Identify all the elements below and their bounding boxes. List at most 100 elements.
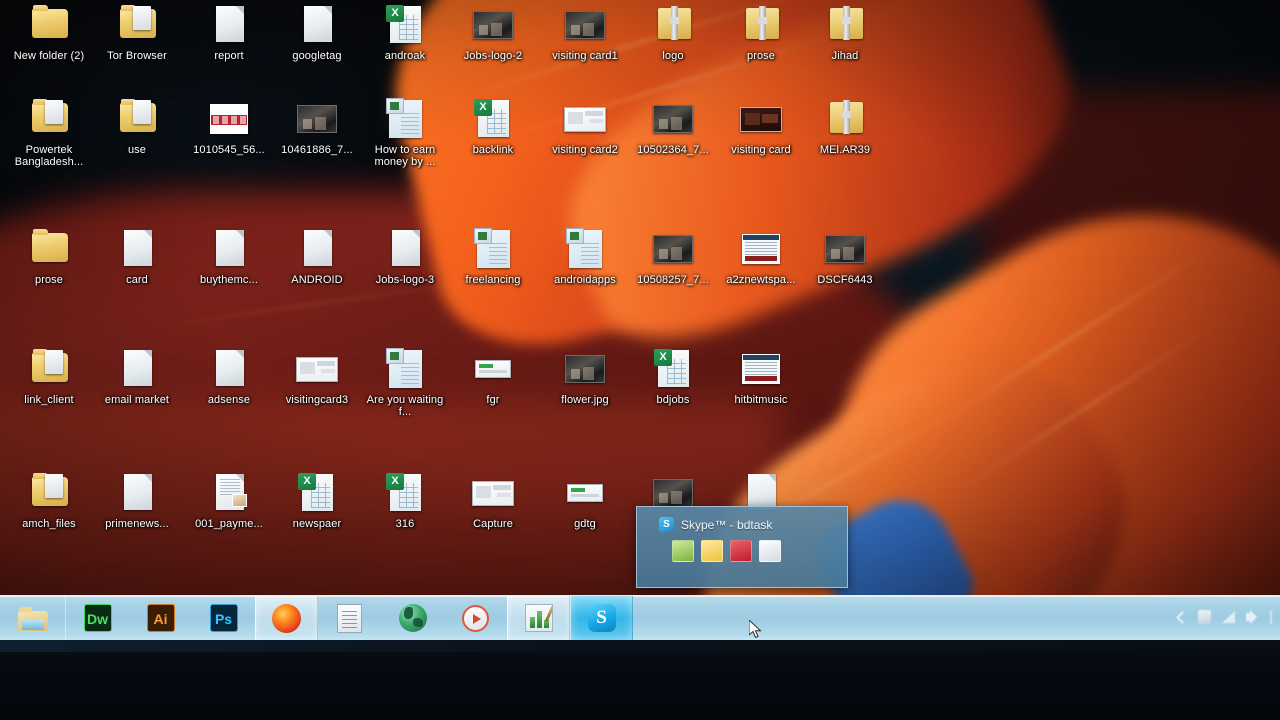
desktop-icon[interactable]: logo — [628, 4, 718, 62]
taskbar-item-media-player[interactable] — [444, 596, 507, 640]
desktop-icon-label: googletag — [292, 50, 342, 62]
desktop-icon[interactable]: Xandroak — [360, 4, 450, 62]
desktop-icon[interactable]: New folder (2) — [4, 4, 94, 62]
desktop-icon[interactable]: Xnewspaer — [272, 472, 362, 530]
desktop-icon[interactable]: flower.jpg — [540, 348, 630, 406]
desktop-icon[interactable]: MEl.AR39 — [800, 98, 890, 156]
desktop-icon-glyph: X — [293, 472, 341, 516]
show-desktop-button[interactable] — [1270, 610, 1272, 624]
desktop-icon-label: 10508257_7... — [637, 274, 709, 286]
desktop-icon[interactable]: 1010545_56... — [184, 98, 274, 156]
taskbar-item-chart-app[interactable] — [507, 596, 570, 640]
taskbar-item-skype[interactable]: S — [570, 596, 633, 640]
desktop-icon[interactable]: report — [184, 4, 274, 62]
desktop-icon[interactable]: primenews... — [92, 472, 182, 530]
taskbar-item-photoshop[interactable]: Ps — [192, 596, 255, 640]
desktop-icon-glyph — [25, 472, 73, 516]
skype-end-call-button[interactable] — [730, 540, 752, 562]
desktop-icon[interactable]: amch_files — [4, 472, 94, 530]
skype-jumplist-popup[interactable]: S Skype™ - bdtask — [636, 506, 848, 588]
desktop-icon[interactable]: prose — [4, 228, 94, 286]
desktop-icon[interactable]: buythemc... — [184, 228, 274, 286]
flag-icon[interactable] — [1198, 610, 1211, 624]
speaker-icon[interactable] — [1246, 610, 1259, 624]
skype-open-window-button[interactable] — [759, 540, 781, 562]
desktop-icon[interactable]: Xbdjobs — [628, 348, 718, 406]
desktop-icon[interactable]: visiting card2 — [540, 98, 630, 156]
desktop-icon[interactable]: Jobs-logo-3 — [360, 228, 450, 286]
folder-icon — [32, 229, 68, 262]
desktop-icon[interactable]: Tor Browser — [92, 4, 182, 62]
desktop-icon-glyph — [381, 348, 429, 392]
desktop-icon[interactable]: Capture — [448, 472, 538, 530]
skype-message-button[interactable] — [701, 540, 723, 562]
desktop-icon[interactable]: use — [92, 98, 182, 156]
desktop-icon[interactable]: hitbitmusic — [716, 348, 806, 406]
desktop-icon-label: Tor Browser — [107, 50, 167, 62]
system-tray[interactable] — [1176, 600, 1272, 634]
document-icon — [124, 474, 152, 510]
desktop-icon[interactable]: visiting card — [716, 98, 806, 156]
desktop-icon[interactable]: Powertek Bangladesh... — [4, 98, 94, 168]
taskbar-item-firefox[interactable] — [255, 596, 318, 640]
desktop-icon[interactable]: a2znewtspa... — [716, 228, 806, 286]
image-thumbnail-icon — [567, 484, 603, 502]
desktop-icon-glyph — [649, 98, 697, 142]
picture-thumbnail-icon — [825, 235, 865, 263]
desktop-icon-label: freelancing — [465, 274, 521, 286]
document-icon — [216, 6, 244, 42]
desktop-icon-glyph: X — [381, 4, 429, 48]
taskbar[interactable]: Dw Ai Ps S — [0, 595, 1280, 640]
taskbar-items[interactable]: Dw Ai Ps S — [66, 596, 633, 640]
desktop-icon[interactable]: prose — [716, 4, 806, 62]
desktop-icon[interactable]: ANDROID — [272, 228, 362, 286]
desktop-icon[interactable]: freelancing — [448, 228, 538, 286]
taskbar-item-dreamweaver[interactable]: Dw — [66, 596, 129, 640]
webpage-thumbnail-icon — [742, 354, 780, 384]
desktop-icon[interactable]: card — [92, 228, 182, 286]
skype-accept-call-button[interactable] — [672, 540, 694, 562]
desktop-icon[interactable]: googletag — [272, 4, 362, 62]
desktop-icon-glyph — [293, 98, 341, 142]
desktop-icon[interactable]: gdtg — [540, 472, 630, 530]
chevron-up-icon[interactable] — [1176, 610, 1189, 624]
picture-thumbnail-icon — [565, 11, 605, 39]
desktop-icon[interactable]: visitingcard3 — [272, 348, 362, 406]
desktop-icon-label: 10461886_7... — [281, 144, 353, 156]
desktop-icon-glyph — [113, 228, 161, 272]
desktop-icon-glyph — [293, 348, 341, 392]
desktop-icon[interactable]: link_client — [4, 348, 94, 406]
desktop-icon[interactable]: 10461886_7... — [272, 98, 362, 156]
desktop-icon[interactable]: X 316 — [360, 472, 450, 530]
desktop-icon-glyph — [737, 348, 785, 392]
excel-file-icon: X — [386, 473, 421, 511]
picture-thumbnail-icon — [297, 105, 337, 133]
desktop-icon[interactable]: Jihad — [800, 4, 890, 62]
desktop-icon[interactable]: Are you waiting f... — [360, 348, 450, 418]
desktop-icon[interactable]: visiting card1 — [540, 4, 630, 62]
desktop-icon[interactable]: email market — [92, 348, 182, 406]
desktop-icon[interactable]: How to earn money by ... — [360, 98, 450, 168]
desktop-icon[interactable]: 001_payme... — [184, 472, 274, 530]
taskbar-item-wordpad[interactable] — [318, 596, 381, 640]
desktop-icon[interactable]: Jobs-logo-2 — [448, 4, 538, 62]
desktop-icon-label: use — [127, 144, 147, 156]
picture-thumbnail-icon — [653, 235, 693, 263]
network-icon[interactable] — [1222, 611, 1235, 623]
desktop-icon[interactable]: 10502364_7... — [628, 98, 718, 156]
desktop-icon-label: visitingcard3 — [285, 394, 349, 406]
desktop-icon-label: visiting card — [731, 144, 791, 156]
desktop-icon[interactable]: 10508257_7... — [628, 228, 718, 286]
start-button[interactable] — [0, 596, 66, 640]
desktop-icon[interactable]: androidapps — [540, 228, 630, 286]
desktop-icon-label: prose — [34, 274, 64, 286]
desktop-icon[interactable]: DSCF6443 — [800, 228, 890, 286]
compressed-folder-icon — [746, 6, 779, 40]
desktop-icon[interactable]: adsense — [184, 348, 274, 406]
desktop-icon-glyph — [821, 98, 869, 142]
desktop-icon[interactable]: fgr — [448, 348, 538, 406]
desktop-icon[interactable]: Xbacklink — [448, 98, 538, 156]
taskbar-item-illustrator[interactable]: Ai — [129, 596, 192, 640]
html-document-icon — [566, 228, 602, 268]
taskbar-item-browser-globe[interactable] — [381, 596, 444, 640]
